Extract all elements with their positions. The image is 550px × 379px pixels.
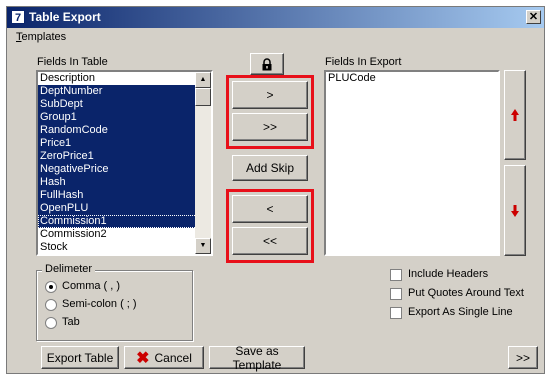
move-down-button[interactable] xyxy=(504,165,526,256)
list-item[interactable]: Description xyxy=(38,72,211,85)
include-headers-checkbox[interactable] xyxy=(390,269,402,281)
save-template-label: Save as Template xyxy=(232,343,282,372)
red-down-arrow-icon xyxy=(511,204,519,217)
add-all-fields-button[interactable]: >> xyxy=(232,113,308,141)
delimiter-group-title: Delimeter xyxy=(42,263,96,275)
list-item[interactable]: Commission1 xyxy=(38,215,211,228)
semicolon-radio[interactable] xyxy=(45,299,57,311)
add-field-button[interactable]: > xyxy=(232,81,308,109)
lock-button[interactable] xyxy=(250,53,284,75)
more-options-button[interactable]: >> xyxy=(508,346,538,369)
remove-field-button[interactable]: < xyxy=(232,195,308,223)
list-item[interactable]: RandomCode xyxy=(38,124,211,137)
list-item[interactable]: PLUCode xyxy=(326,72,498,85)
tab-radio[interactable] xyxy=(45,317,57,329)
list-item[interactable]: Price1 xyxy=(38,137,211,150)
comma-radio[interactable] xyxy=(45,281,57,293)
put-quotes-checkbox[interactable] xyxy=(390,288,402,300)
app-icon: 7 xyxy=(11,10,25,24)
close-button[interactable]: ✕ xyxy=(526,10,541,24)
list-item[interactable]: OpenPLU xyxy=(38,202,211,215)
scroll-thumb[interactable] xyxy=(195,88,211,106)
list-item[interactable]: ZeroPrice1 xyxy=(38,150,211,163)
red-up-arrow-icon xyxy=(511,109,519,121)
cancel-button[interactable]: ✖ Cancel xyxy=(124,346,204,369)
move-up-button[interactable] xyxy=(504,70,526,160)
tab-label: Tab xyxy=(62,316,80,328)
export-table-button[interactable]: Export Table xyxy=(41,346,119,369)
list-item[interactable]: DeptNumber xyxy=(38,85,211,98)
window-title: Table Export xyxy=(29,10,101,24)
single-line-label: Export As Single Line xyxy=(408,306,513,318)
comma-label: Comma ( , ) xyxy=(62,280,121,292)
semicolon-label: Semi-colon ( ; ) xyxy=(62,298,137,310)
menu-templates[interactable]: Templates xyxy=(16,31,66,43)
title-bar[interactable]: 7 Table Export ✕ xyxy=(7,7,544,28)
include-headers-label: Include Headers xyxy=(408,268,489,280)
cancel-label: Cancel xyxy=(154,350,192,365)
list-item[interactable]: FullHash xyxy=(38,189,211,202)
scroll-down-button[interactable]: ▼ xyxy=(195,238,211,254)
fields-in-export-list[interactable]: PLUCode xyxy=(324,70,500,256)
fields-in-table-label: Fields In Table xyxy=(37,56,108,68)
remove-all-fields-button[interactable]: << xyxy=(232,227,308,255)
list-item[interactable]: SubDept xyxy=(38,98,211,111)
table-export-window: 7 Table Export ✕ Templates Fields In Tab… xyxy=(6,6,545,374)
list-item[interactable]: Commission2 xyxy=(38,228,211,241)
list-item[interactable]: NegativePrice xyxy=(38,163,211,176)
scroll-up-button[interactable]: ▲ xyxy=(195,72,211,88)
list-item[interactable]: Hash xyxy=(38,176,211,189)
export-table-label: Export Table xyxy=(46,350,114,365)
list-item[interactable]: Group1 xyxy=(38,111,211,124)
red-x-icon: ✖ xyxy=(136,349,150,367)
left-list-scrollbar[interactable]: ▲ ▼ xyxy=(195,72,211,254)
single-line-checkbox[interactable] xyxy=(390,307,402,319)
fields-in-table-list[interactable]: Description DeptNumber SubDept Group1 Random… xyxy=(36,70,213,256)
lock-icon xyxy=(262,57,272,70)
put-quotes-label: Put Quotes Around Text xyxy=(408,287,524,299)
fields-in-export-label: Fields In Export xyxy=(325,56,402,68)
list-item[interactable]: Stock xyxy=(38,241,211,254)
add-skip-button[interactable]: Add Skip xyxy=(232,155,308,181)
save-as-template-button[interactable]: Save as Template xyxy=(209,343,305,372)
menu-bar: Templates xyxy=(7,29,544,46)
